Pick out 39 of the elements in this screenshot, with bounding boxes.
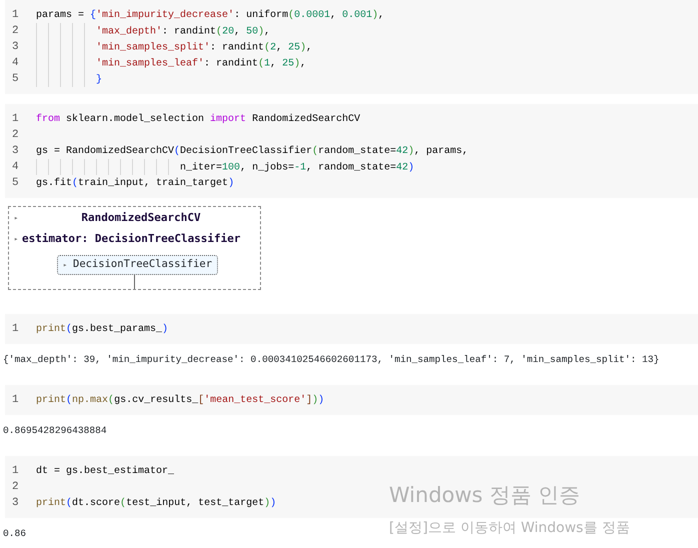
code-cell[interactable] bbox=[5, 104, 698, 198]
output-text: 0.8695428296438884 bbox=[3, 424, 107, 438]
line-number: 4 bbox=[11, 160, 20, 175]
code-line: params = {'min_impurity_decrease': uniform(0.0001, 0.001), bbox=[36, 8, 384, 22]
line-number: 4 bbox=[11, 56, 20, 71]
code-line: dt = gs.best_estimator_ bbox=[36, 464, 174, 479]
line-number: 3 bbox=[11, 496, 20, 511]
code-line: } bbox=[36, 70, 102, 88]
line-number: 1 bbox=[11, 112, 20, 127]
line-number: 1 bbox=[11, 322, 20, 337]
code-cell[interactable]: 1 params = {'min_impurity_decrease': uniform(0.0001, 0.001), 2 'max_depth': randint(20, 50), 3 'min_samples_split': randint(2, 25), 4 'min_samples_leaf': randint(1, 25), 5 } bbox=[5, 0, 698, 94]
watermark-text: [설정]으로 이동하여 Windows를 정품 bbox=[389, 518, 630, 538]
code-line: print(np.max(gs.cv_results_['mean_test_score'])) bbox=[36, 394, 324, 408]
line-number: 3 bbox=[11, 40, 20, 55]
output-text: {'max_depth': 39, 'min_impurity_decrease': 0.00034102546602601173, 'min_samples_leaf': 7, 'min_samples_split': 13} bbox=[3, 353, 660, 368]
code-line: from sklearn.model_selection import RandomizedSearchCV bbox=[36, 112, 360, 126]
output-text: 0.86 bbox=[3, 527, 26, 542]
estimator-label[interactable]: estimator: DecisionTreeClassifier bbox=[22, 231, 241, 248]
code-line: gs.fit(train_input, train_target) bbox=[36, 176, 234, 190]
line-number: 2 bbox=[11, 128, 20, 143]
line-number: 5 bbox=[11, 72, 20, 87]
code-line: print(dt.score(test_input, test_target)) bbox=[36, 496, 276, 511]
line-number: 2 bbox=[11, 24, 20, 39]
code-line: 'max_depth': randint(20, 50), bbox=[36, 22, 270, 40]
line-number: 1 bbox=[11, 8, 20, 23]
code-line: print(gs.best_params_) bbox=[36, 322, 168, 337]
line-number: 3 bbox=[11, 144, 20, 159]
estimator-title[interactable]: RandomizedSearchCV bbox=[22, 210, 260, 227]
line-number: 5 bbox=[11, 176, 20, 191]
watermark-title: Windows 정품 인증 bbox=[389, 482, 580, 509]
code-cell[interactable]: 1 print(gs.best_params_) bbox=[5, 314, 698, 344]
code-line: 'min_samples_split': randint(2, 25), bbox=[36, 38, 312, 56]
code-line: 'min_samples_leaf': randint(1, 25), bbox=[36, 54, 306, 72]
line-number: 1 bbox=[11, 392, 20, 408]
code-line: n_iter=100, n_jobs=-1, random_state=42) bbox=[36, 158, 414, 176]
code-line: gs = RandomizedSearchCV(DecisionTreeClassifier(random_state=42), params, bbox=[36, 144, 468, 158]
line-number: 1 bbox=[11, 464, 20, 479]
code-cell[interactable]: 1 print(np.max(gs.cv_results_['mean_test_score'])) bbox=[5, 385, 698, 416]
line-number: 2 bbox=[11, 480, 20, 495]
